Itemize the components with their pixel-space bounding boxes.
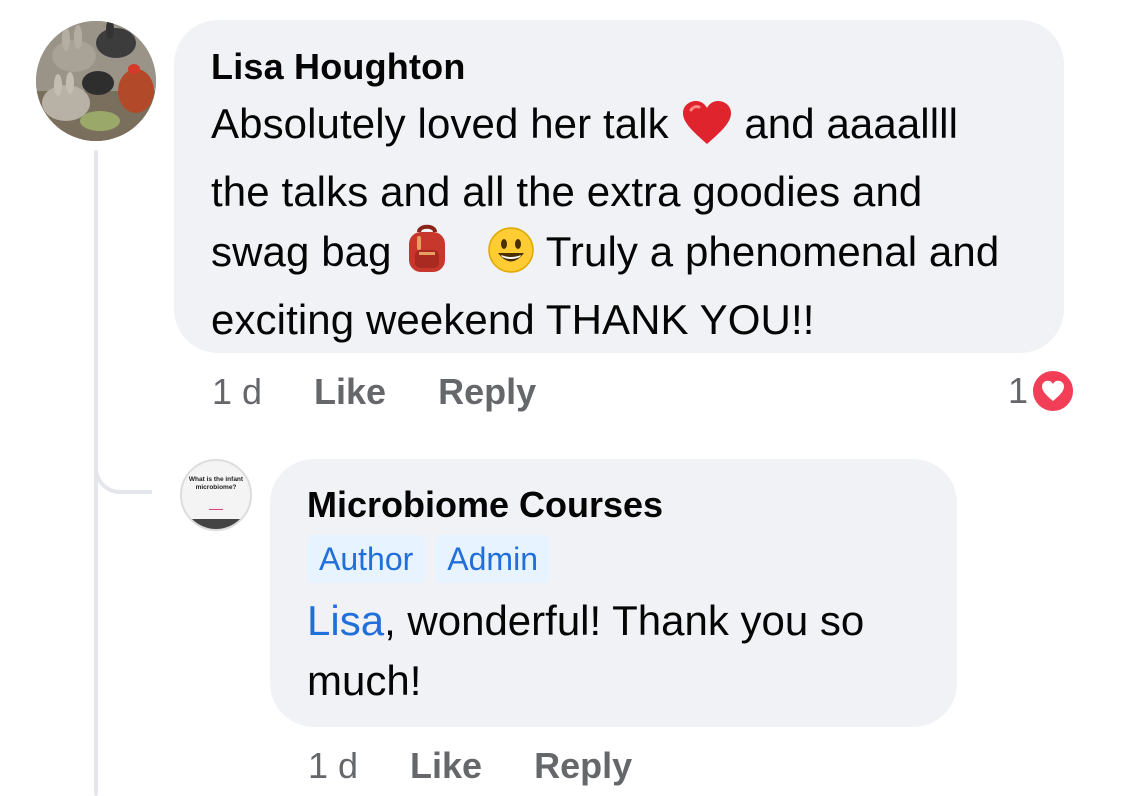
reply-bubble: Microbiome Courses Author Admin Lisa, wo… (270, 459, 957, 727)
avatar-microbiome-courses[interactable]: What is the infant microbiome? ▬▬▬▬ (180, 459, 252, 531)
avatar-photo (36, 21, 156, 141)
comment-text: Absolutely loved her talk and aaaallll t… (211, 94, 1028, 350)
avatar-caption-decor: ▬▬▬▬ (209, 507, 223, 511)
avatar-lisa-houghton[interactable] (36, 21, 156, 141)
love-icon (1030, 368, 1077, 414)
reaction-count: 1 (1008, 370, 1029, 411)
author-badge[interactable]: Author (307, 535, 426, 583)
admin-badge[interactable]: Admin (435, 535, 550, 583)
mention-link[interactable]: Lisa (307, 597, 384, 644)
like-button[interactable]: Like (314, 371, 386, 413)
reply-timestamp[interactable]: 1 d (308, 745, 358, 787)
comment-bubble: Lisa Houghton Absolutely loved her talk … (174, 20, 1064, 353)
backpack-icon (403, 222, 451, 290)
reply-author[interactable]: Microbiome Courses (307, 483, 927, 527)
reply-text: Lisa, wonderful! Thank you so much! (307, 591, 927, 711)
comment-author[interactable]: Lisa Houghton (211, 44, 1028, 90)
reply-button[interactable]: Reply (534, 745, 632, 787)
like-button[interactable]: Like (410, 745, 482, 787)
reply-text-body: , wonderful! Thank you so much! (307, 597, 865, 704)
reaction-summary[interactable]: 1 (1008, 368, 1077, 414)
comment-timestamp[interactable]: 1 d (212, 371, 262, 413)
reply-actions: 1 d Like Reply (308, 744, 632, 788)
smiley-face-icon (487, 226, 535, 290)
red-heart-icon (681, 100, 733, 162)
reply-connector (94, 420, 152, 494)
avatar-bottom-bar (182, 519, 250, 529)
comment-actions: 1 d Like Reply (212, 370, 536, 414)
comment-text-part: Absolutely loved her talk (211, 100, 669, 147)
author-badges: Author Admin (307, 535, 927, 583)
reply-button[interactable]: Reply (438, 371, 536, 413)
avatar-caption: What is the infant microbiome? (188, 476, 244, 491)
